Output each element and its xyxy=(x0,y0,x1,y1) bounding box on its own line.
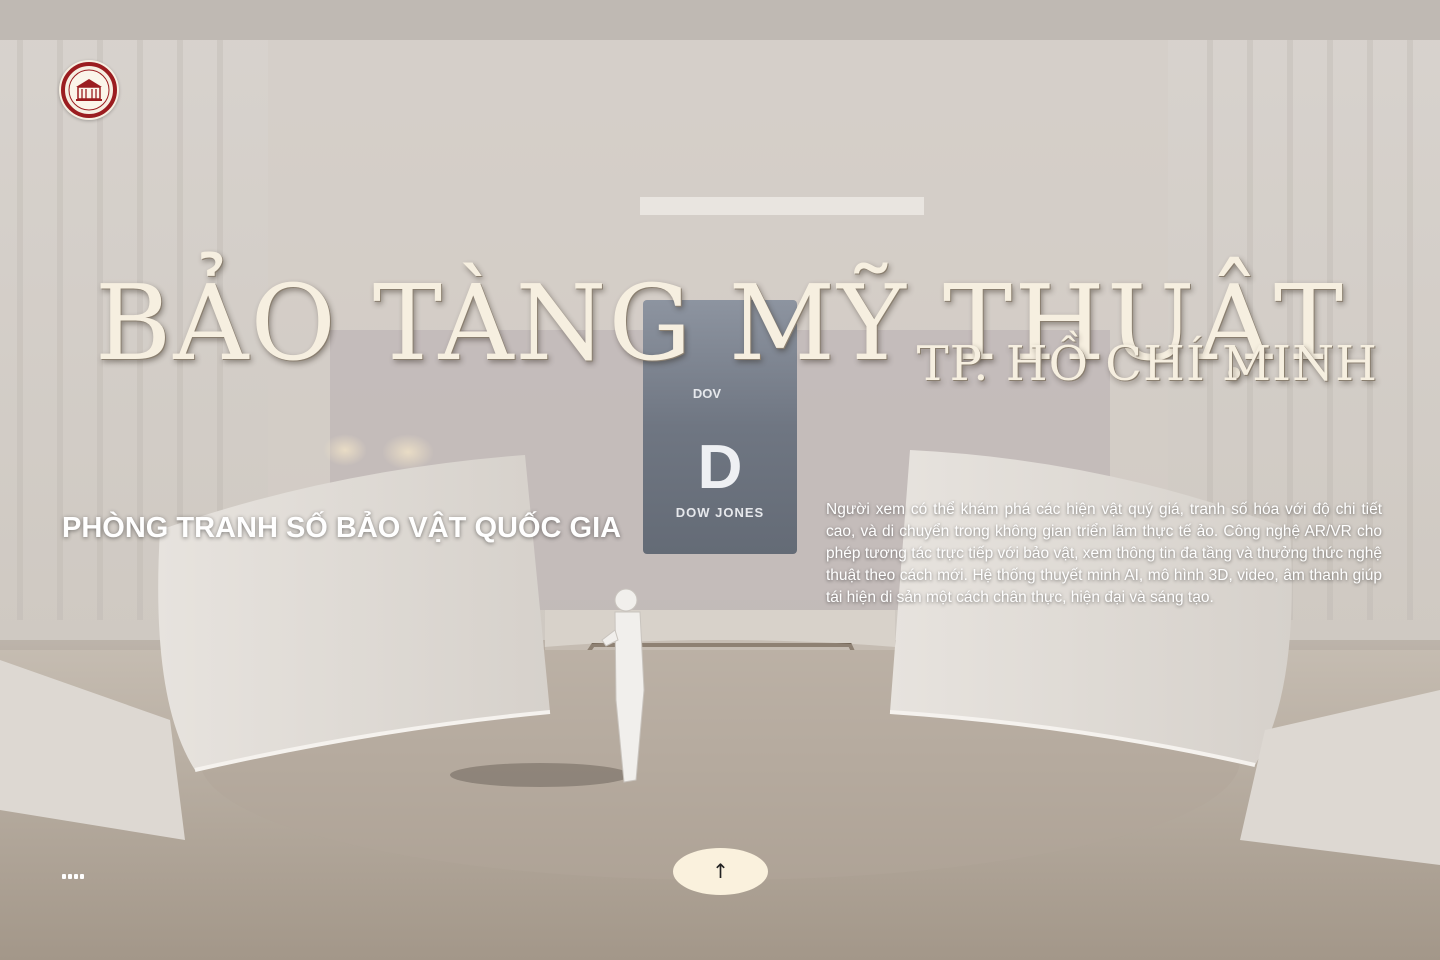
menu-dot-icon xyxy=(80,874,84,879)
menu-dot-icon xyxy=(74,874,78,879)
menu-dot-icon xyxy=(62,874,66,879)
scroll-up-button[interactable]: ↑ xyxy=(673,848,768,895)
section-description: Người xem có thể khám phá các hiện vật q… xyxy=(826,500,1382,606)
page-subtitle: TP. HỒ CHÍ MINH xyxy=(916,336,1378,392)
menu-dots-button[interactable] xyxy=(62,874,84,879)
virtual-gallery-background: DOV D DOW JONES xyxy=(0,0,1440,960)
gallery-3d-scene: DOV D DOW JONES xyxy=(0,0,1440,960)
screen-top-text: DOV xyxy=(693,386,722,401)
screen-bottom-text: DOW JONES xyxy=(676,505,764,520)
museum-logo[interactable] xyxy=(59,60,119,120)
section-heading: PHÒNG TRANH SỐ BẢO VẬT QUỐC GIA xyxy=(62,512,622,545)
screen-logo-letter: D xyxy=(698,433,743,502)
arrow-up-icon: ↑ xyxy=(712,859,729,883)
menu-dot-icon xyxy=(68,874,72,879)
museum-seal-icon xyxy=(61,62,117,118)
